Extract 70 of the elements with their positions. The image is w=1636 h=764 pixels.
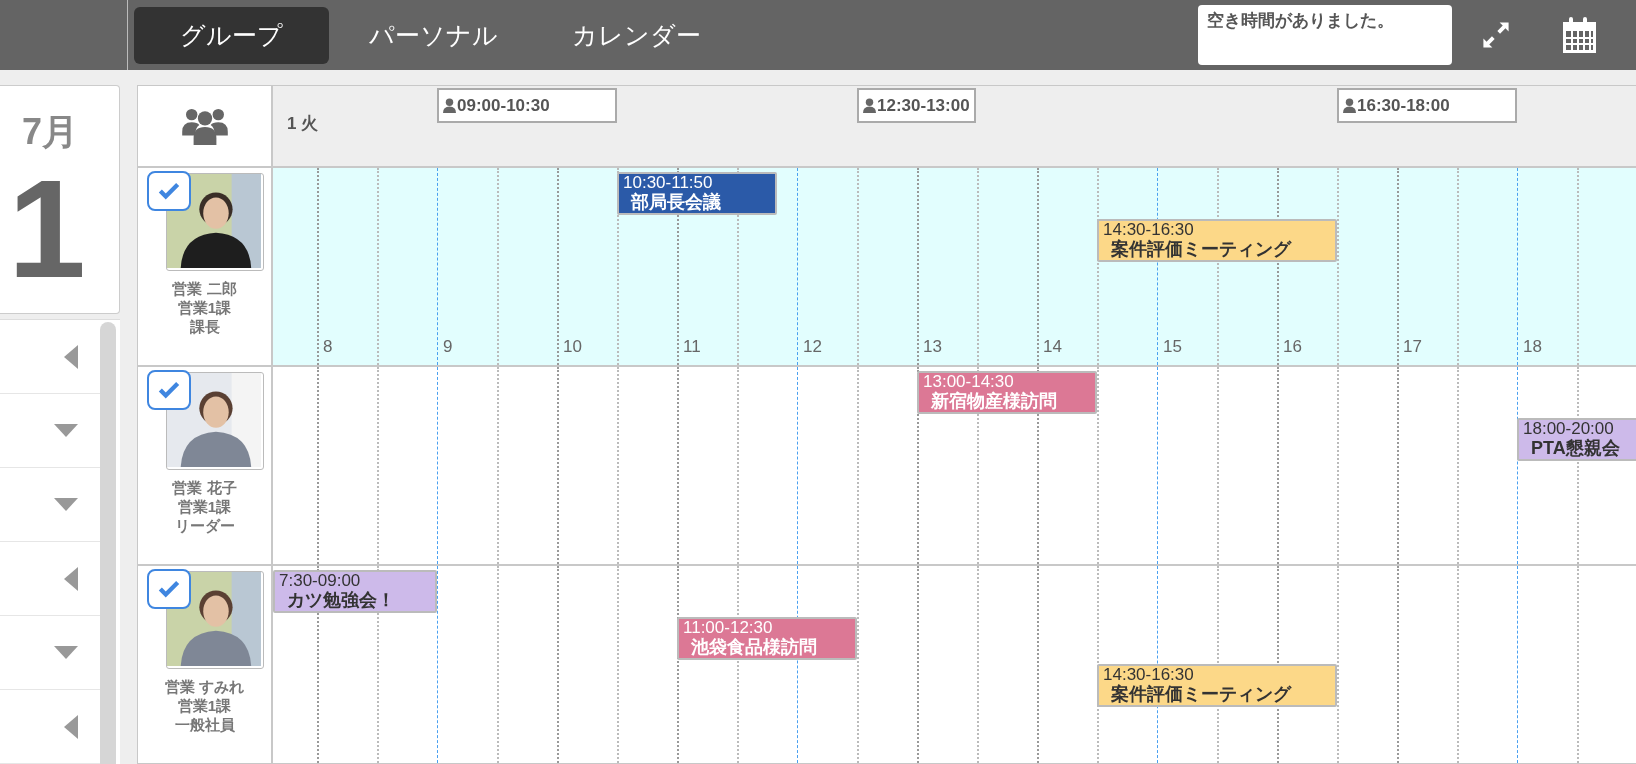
person-name: 営業 すみれ <box>164 677 245 696</box>
event-title: 池袋食品様訪問 <box>690 637 818 657</box>
checkbox[interactable] <box>146 171 191 211</box>
department-label: 営業1課 <box>177 497 232 516</box>
day-number: 1 <box>8 159 86 299</box>
hour-label: 14 <box>1043 337 1062 357</box>
event-title: PTA懇親会 <box>1530 438 1621 458</box>
free-time-label: 09:00-10:30 <box>443 95 550 116</box>
event-time: 10:30-11:50 <box>623 174 714 192</box>
event-block[interactable]: 14:30-16:30 案件評価ミーティング <box>1097 664 1337 707</box>
expand-arrow-icon[interactable] <box>54 645 78 660</box>
job-title: 一般社員 <box>174 715 235 734</box>
checkbox[interactable] <box>146 569 191 609</box>
expand-arrow-icon[interactable] <box>54 423 78 438</box>
person-name: 営業 花子 <box>172 478 237 497</box>
event-title: 新宿物産様訪問 <box>930 391 1058 411</box>
schedule-row[interactable]: 13:00-14:30 新宿物産様訪問 18:00-20:00 PTA懇親会 <box>273 367 1636 564</box>
event-title: 部局長会議 <box>630 192 722 212</box>
department-label: 営業1課 <box>177 696 232 715</box>
hour-label: 12 <box>803 337 822 357</box>
collapse-arrow-icon[interactable] <box>64 566 78 591</box>
hour-label: 13 <box>923 337 942 357</box>
event-time: 14:30-16:30 <box>1103 666 1195 684</box>
schedule-row[interactable]: 7:30-09:00 カツ勉強会！ 11:00-12:30 池袋食品様訪問 14:30-16:30 案件評価ミーティング <box>273 566 1636 763</box>
event-time: 18:00-20:00 <box>1523 420 1615 438</box>
hour-label: 10 <box>563 337 582 357</box>
department-label: 営業1課 <box>177 298 232 317</box>
tab[interactable]: グループ <box>134 6 329 64</box>
hour-label: 9 <box>443 337 453 357</box>
event-title: カツ勉強会！ <box>286 590 396 610</box>
event-block[interactable]: 18:00-20:00 PTA懇親会 <box>1517 418 1636 461</box>
person-icon <box>1343 98 1356 113</box>
scrollbar[interactable] <box>100 322 116 764</box>
hour-label: 15 <box>1163 337 1182 357</box>
job-title: リーダー <box>174 516 235 535</box>
expand-arrow-icon[interactable] <box>54 497 78 512</box>
event-block[interactable]: 10:30-11:50 部局長会議 <box>617 172 777 215</box>
schedule-row[interactable]: 8 9 10 11 12 13 14 15 16 17 18 10:30-11:50 部局長会議 14:30-16:30 案件評価ミーティング <box>273 168 1636 365</box>
event-block[interactable]: 7:30-09:00 カツ勉強会！ <box>273 570 437 613</box>
free-time-label: 16:30-18:00 <box>1343 95 1450 116</box>
tab[interactable]: パーソナル <box>335 6 532 64</box>
event-time: 7:30-09:00 <box>279 572 362 590</box>
hour-label: 17 <box>1403 337 1422 357</box>
free-time-slot[interactable]: 09:00-10:30 <box>437 88 617 123</box>
person-icon <box>863 98 876 113</box>
free-time-slot[interactable]: 16:30-18:00 <box>1337 88 1517 123</box>
collapse-arrow-icon[interactable] <box>64 344 78 369</box>
collapse-arrow-icon[interactable] <box>64 714 78 739</box>
event-title: 案件評価ミーティング <box>1110 684 1293 704</box>
tab[interactable]: カレンダー <box>538 6 735 64</box>
event-time: 13:00-14:30 <box>923 373 1015 391</box>
event-block[interactable]: 14:30-16:30 案件評価ミーティング <box>1097 219 1337 262</box>
day-label: 1 火 <box>287 113 319 135</box>
group-icon <box>181 107 228 145</box>
hour-label: 18 <box>1523 337 1542 357</box>
job-title: 課長 <box>189 317 220 336</box>
event-title: 案件評価ミーティング <box>1110 239 1293 259</box>
hour-label: 11 <box>683 337 701 357</box>
month-label: 7月 <box>22 110 79 154</box>
free-time-slot[interactable]: 12:30-13:00 <box>857 88 976 123</box>
person-name: 営業 二郎 <box>172 279 237 298</box>
checkbox[interactable] <box>146 370 191 410</box>
event-time: 11:00-12:30 <box>683 619 774 637</box>
hour-label: 8 <box>323 337 333 357</box>
event-time: 14:30-16:30 <box>1103 221 1195 239</box>
calendar-icon[interactable] <box>1560 15 1596 55</box>
person-icon <box>443 98 456 113</box>
hour-label: 16 <box>1283 337 1302 357</box>
free-time-label: 12:30-13:00 <box>863 95 970 116</box>
notice-message: 空き時間がありました。 <box>1198 5 1452 65</box>
